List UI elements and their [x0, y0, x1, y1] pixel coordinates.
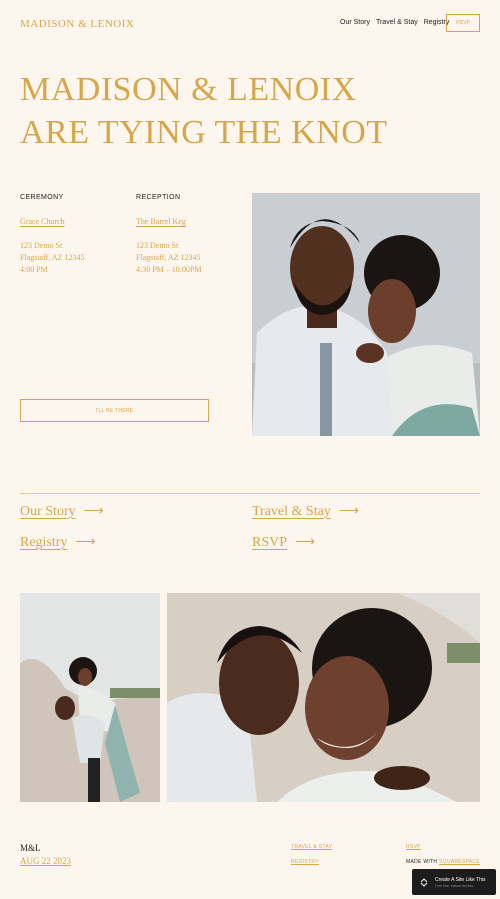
main-nav: Our Story Travel & Stay Registry	[340, 19, 449, 26]
ceremony-address: 123 Demo St Flagstaff, AZ 12345 4:00 PM	[20, 240, 130, 276]
badge-text: Create A Site Like This Free trial. Inst…	[435, 877, 486, 888]
create-site-badge[interactable]: Create A Site Like This Free trial. Inst…	[412, 869, 496, 895]
reception-info: RECEPTION The Barrel Keg 123 Demo St Fla…	[136, 194, 246, 276]
footer-rsvp-link[interactable]: RSVP	[406, 844, 421, 850]
footer-date: AUG 22 2023	[20, 856, 71, 866]
link-our-story[interactable]: Our Story ⟶	[20, 503, 104, 520]
section-divider	[20, 493, 480, 494]
arrow-right-icon: ⟶	[83, 504, 104, 519]
ceremony-info: CEREMONY Grace Church 123 Demo St Flagst…	[20, 194, 130, 276]
reception-city: Flagstaff, AZ 12345	[136, 253, 201, 262]
made-with-label: MADE WITH	[406, 859, 438, 865]
link-rsvp[interactable]: RSVP ⟶	[252, 534, 315, 551]
ceremony-venue-link[interactable]: Grace Church	[20, 217, 130, 226]
hero-heading: MADISON & LENOIX ARE TYING THE KNOT	[20, 68, 388, 154]
footer-travel-link[interactable]: TRAVEL & STAY	[291, 844, 332, 850]
embrace-photo	[167, 593, 480, 802]
site-brand[interactable]: MADISON & LENOIX	[20, 18, 134, 30]
ceremony-city: Flagstaff, AZ 12345	[20, 253, 85, 262]
rsvp-button[interactable]: RSVP	[446, 14, 480, 32]
badge-subtitle: Free trial. Instant access.	[435, 883, 475, 888]
ceremony-time: 4:00 PM	[20, 265, 48, 274]
link-travel-stay-label: Travel & Stay	[252, 503, 331, 519]
hero-line-1: MADISON & LENOIX	[20, 71, 357, 108]
reception-label: RECEPTION	[136, 194, 181, 201]
piggyback-photo	[20, 593, 160, 802]
made-with: MADE WITH SQUARESPACE	[406, 859, 480, 865]
reception-venue-link[interactable]: The Barrel Keg	[136, 217, 246, 226]
footer-registry-link[interactable]: REGISTRY	[291, 859, 319, 865]
attend-button[interactable]: I'LL BE THERE	[20, 399, 209, 422]
link-rsvp-label: RSVP	[252, 534, 288, 550]
arrow-right-icon: ⟶	[75, 535, 96, 550]
arrow-right-icon: ⟶	[338, 504, 359, 519]
ceremony-label: CEREMONY	[20, 194, 64, 201]
squarespace-link[interactable]: SQUARESPACE	[439, 859, 480, 865]
arrow-right-icon: ⟶	[295, 535, 316, 550]
link-registry[interactable]: Registry ⟶	[20, 534, 96, 551]
link-registry-label: Registry	[20, 534, 68, 550]
link-travel-stay[interactable]: Travel & Stay ⟶	[252, 503, 359, 520]
reception-street: 123 Demo St	[136, 241, 179, 250]
footer-initials: M&L	[20, 843, 41, 853]
hero-line-2: ARE TYING THE KNOT	[20, 114, 388, 151]
nav-travel-stay[interactable]: Travel & Stay	[376, 19, 418, 26]
reception-address: 123 Demo St Flagstaff, AZ 12345 4:30 PM …	[136, 240, 246, 276]
couple-portrait-photo	[252, 193, 480, 436]
badge-title: Create A Site Like This	[435, 876, 486, 883]
nav-our-story[interactable]: Our Story	[340, 19, 370, 26]
reception-time: 4:30 PM – 10:00PM	[136, 265, 202, 274]
link-our-story-label: Our Story	[20, 503, 76, 519]
squarespace-logo-icon	[420, 878, 428, 887]
ceremony-street: 123 Demo St	[20, 241, 63, 250]
